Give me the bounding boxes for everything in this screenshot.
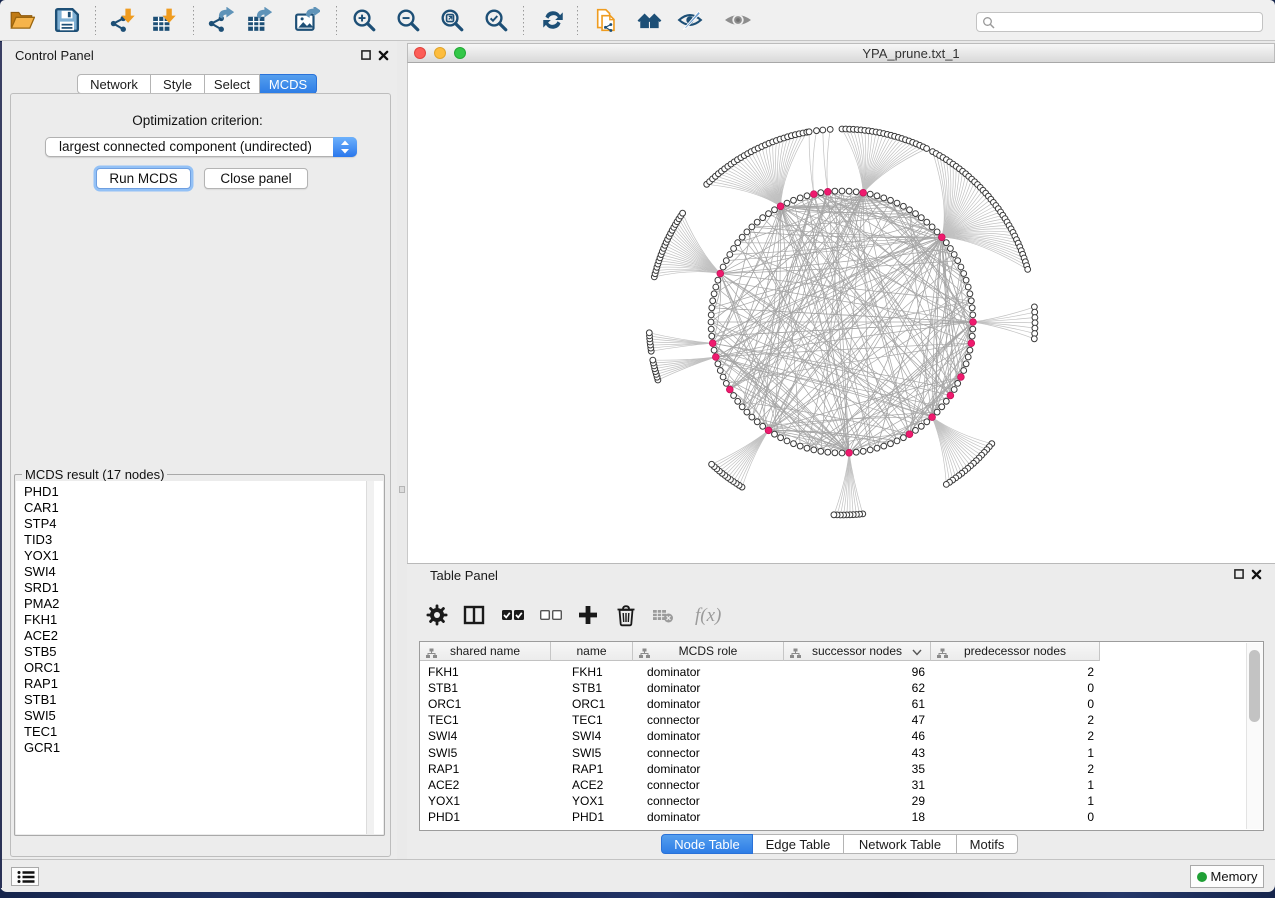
svg-text:f(x): f(x) bbox=[695, 605, 721, 626]
